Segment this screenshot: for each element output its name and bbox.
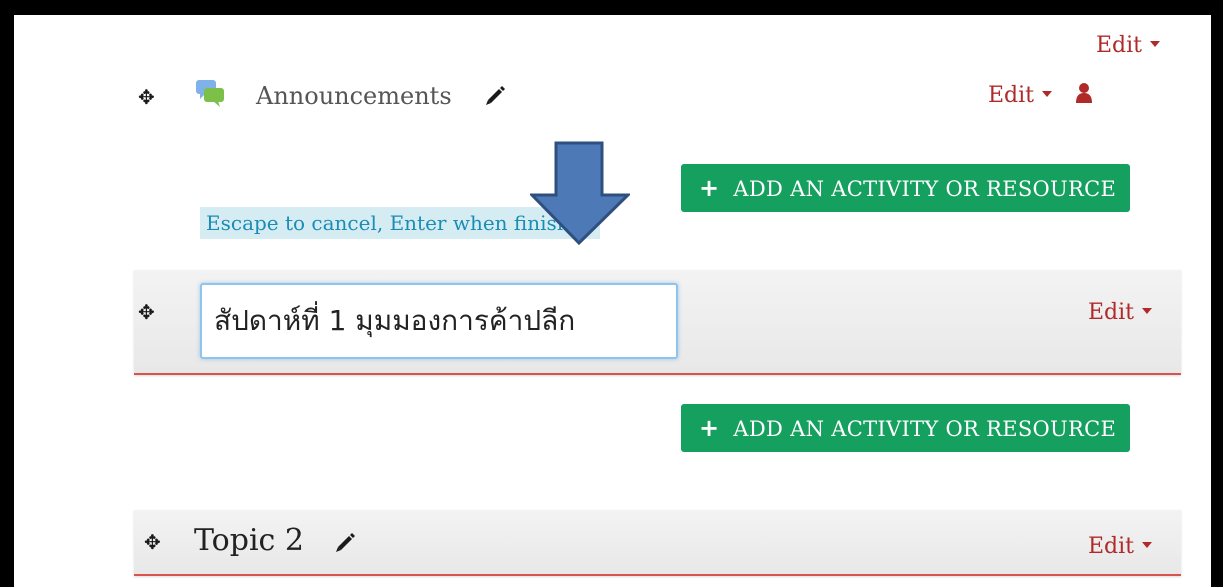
section-title-text: Topic 2 [194,523,304,558]
pencil-icon[interactable] [484,85,506,107]
plus-icon: + [699,174,720,202]
add-activity-label: ADD AN ACTIVITY OR RESOURCE [733,177,1117,201]
section-name-input[interactable] [200,283,678,359]
forum-icon [196,80,224,107]
down-arrow-annotation [530,141,630,245]
plus-icon: + [699,414,720,442]
edit-menu-section-1[interactable]: Edit [1088,300,1153,326]
pencil-icon[interactable] [334,532,356,554]
activity-link-announcements[interactable]: Announcements [256,81,452,111]
activity-name: Announcements [256,82,452,110]
caret-down-icon [1042,91,1053,97]
edit-menu-section-2[interactable]: Edit [1088,534,1153,560]
move-icon[interactable]: ✥ [138,302,155,322]
move-icon[interactable]: ✥ [144,532,161,552]
section-title[interactable]: Topic 2 [194,524,304,558]
course-page: Edit ✥ Announcements Edit + ADD AN ACTIVI… [14,15,1211,587]
caret-down-icon [1142,542,1153,548]
move-icon[interactable]: ✥ [138,87,155,107]
add-activity-button[interactable]: + ADD AN ACTIVITY OR RESOURCE [681,404,1131,452]
person-icon[interactable] [1075,82,1093,104]
edit-menu-top[interactable]: Edit [1096,33,1161,59]
section-topic-2: ✥ Topic 2 Edit [134,510,1181,576]
edit-label: Edit [1088,534,1135,559]
caret-down-icon [1142,308,1153,314]
caret-down-icon [1150,41,1161,47]
edit-label: Edit [1096,33,1143,58]
add-activity-label: ADD AN ACTIVITY OR RESOURCE [733,417,1117,441]
edit-menu-activity[interactable]: Edit [988,83,1053,109]
edit-label: Edit [1088,300,1135,325]
edit-label: Edit [988,83,1035,108]
add-activity-button[interactable]: + ADD AN ACTIVITY OR RESOURCE [681,164,1131,212]
